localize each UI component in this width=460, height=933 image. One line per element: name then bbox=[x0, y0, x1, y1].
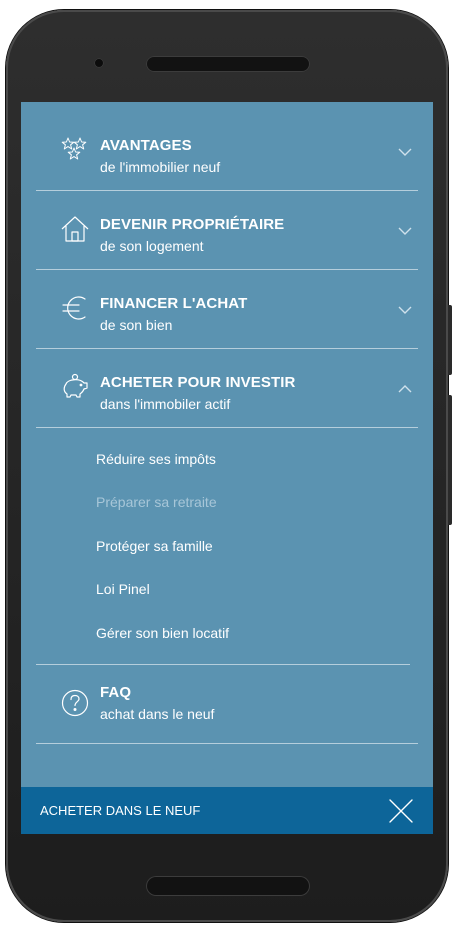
chevron-up-icon[interactable] bbox=[398, 384, 412, 394]
menu-item-title: DEVENIR PROPRIÉTAIRE bbox=[100, 216, 285, 233]
menu-item-faq[interactable]: FAQ achat dans le neuf bbox=[36, 664, 418, 744]
front-camera-icon bbox=[94, 58, 104, 68]
submenu-link-reduire-impots[interactable]: Réduire ses impôts bbox=[96, 451, 216, 467]
menu-item-avantages[interactable]: AVANTAGES de l'immobilier neuf bbox=[36, 111, 418, 191]
submenu-link-preparer-retraite[interactable]: Préparer sa retraite bbox=[96, 494, 217, 510]
menu-item-title: AVANTAGES bbox=[100, 137, 192, 154]
phone-side-button-upper bbox=[448, 305, 452, 375]
submenu-link-proteger-famille[interactable]: Protéger sa famille bbox=[96, 538, 213, 554]
chevron-down-icon[interactable] bbox=[398, 305, 412, 315]
phone-home-bar bbox=[146, 876, 310, 896]
piggy-bank-icon bbox=[60, 372, 90, 402]
euro-icon bbox=[60, 293, 90, 323]
phone-side-button-lower bbox=[448, 395, 452, 525]
menu-item-acheter-pour-investir[interactable]: ACHETER POUR INVESTIR dans l'immobiler a… bbox=[36, 348, 418, 428]
menu-item-subtitle: de son bien bbox=[100, 317, 173, 333]
submenu-link-gerer-bien-locatif[interactable]: Gérer son bien locatif bbox=[96, 625, 229, 641]
chevron-down-icon[interactable] bbox=[398, 147, 412, 157]
phone-screen: AVANTAGES de l'immobilier neuf DEVENIR P… bbox=[21, 102, 433, 862]
menu-item-subtitle: de son logement bbox=[100, 238, 204, 254]
house-icon bbox=[60, 214, 90, 244]
menu-item-title: FAQ bbox=[100, 684, 132, 701]
menu-item-subtitle: achat dans le neuf bbox=[100, 706, 215, 722]
buy-new-link[interactable]: ACHETER DANS LE NEUF bbox=[40, 803, 200, 818]
screen-bottom-edge bbox=[21, 834, 433, 862]
menu-item-title: ACHETER POUR INVESTIR bbox=[100, 374, 296, 391]
menu-item-devenir-proprietaire[interactable]: DEVENIR PROPRIÉTAIRE de son logement bbox=[36, 190, 418, 270]
menu-item-subtitle: dans l'immobiler actif bbox=[100, 396, 231, 412]
phone-speaker bbox=[146, 56, 310, 72]
submenu-link-loi-pinel[interactable]: Loi Pinel bbox=[96, 581, 150, 597]
menu-item-subtitle: de l'immobilier neuf bbox=[100, 159, 221, 175]
stars-icon bbox=[60, 135, 90, 165]
menu-item-title: FINANCER L'ACHAT bbox=[100, 295, 248, 312]
close-icon[interactable] bbox=[388, 798, 414, 824]
bottom-action-bar: ACHETER DANS LE NEUF bbox=[21, 787, 433, 834]
question-circle-icon bbox=[60, 688, 90, 718]
menu-item-financer-achat[interactable]: FINANCER L'ACHAT de son bien bbox=[36, 269, 418, 349]
chevron-down-icon[interactable] bbox=[398, 226, 412, 236]
